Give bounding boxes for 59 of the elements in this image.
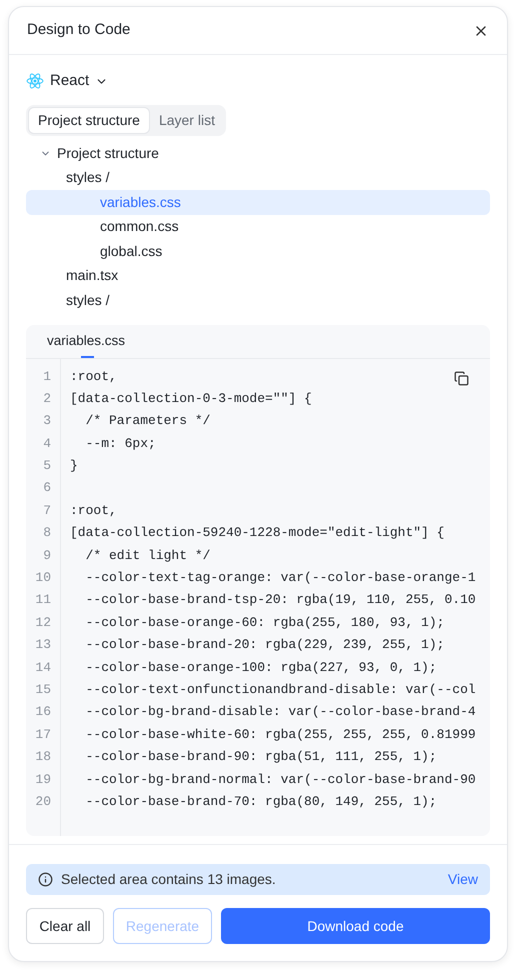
window-title: Design to Code <box>27 20 130 40</box>
code-line: :root, <box>70 502 117 518</box>
code-line: --color-base-orange-100: rgba(227, 93, 0, 1); <box>84 660 437 675</box>
line-number: 3 <box>43 412 51 430</box>
code-line: /* edit light */ <box>84 548 210 563</box>
tree-item[interactable]: global.css <box>26 239 490 264</box>
download-button[interactable]: Download code <box>221 908 490 944</box>
line-number: 20 <box>35 792 51 811</box>
code-line: --color-base-brand-90: rgba(51, 111, 255, 1); <box>84 749 437 764</box>
line-number: 14 <box>35 658 51 677</box>
code-line: } <box>70 458 78 474</box>
line-number: 9 <box>43 546 51 565</box>
framework-dropdown[interactable]: React <box>26 70 108 92</box>
action-button[interactable]: Clear all <box>26 908 104 944</box>
file-tab[interactable]: variables.css <box>47 324 126 358</box>
code-line: --color-text-onfunctionandbrand-disable: var(--col <box>84 682 476 697</box>
line-number: 18 <box>35 748 51 766</box>
line-number: 17 <box>35 726 51 744</box>
code-line: /* Parameters */ <box>84 413 210 428</box>
line-number: 5 <box>43 457 51 476</box>
line-number: 8 <box>43 524 51 542</box>
code-line: --color-base-white-60: rgba(255, 255, 255, 0.81999 <box>84 726 476 742</box>
code-line: --color-bg-brand-normal: var(--color-base-brand-90 <box>84 772 476 787</box>
code-line: --m: 6px; <box>84 436 156 451</box>
tree-item[interactable]: Project structure <box>26 141 490 166</box>
line-number: 1 <box>43 368 51 386</box>
info-text: Selected area contains 13 images. <box>61 870 277 889</box>
tree-item[interactable]: styles / <box>26 288 490 312</box>
line-number: 4 <box>43 434 51 453</box>
line-number: 16 <box>35 703 51 722</box>
line-number: 15 <box>35 680 51 699</box>
view-link[interactable]: View <box>448 869 478 890</box>
line-number: 11 <box>35 591 51 610</box>
line-number: 10 <box>35 569 51 588</box>
code-line: [data-collection-0-3-mode=""] { <box>70 390 312 406</box>
line-number: 19 <box>35 770 51 789</box>
tree-item[interactable]: main.tsx <box>26 264 490 288</box>
copy-icon[interactable] <box>454 370 469 386</box>
tab[interactable]: Project structure <box>28 107 150 134</box>
line-number: 2 <box>43 390 51 408</box>
tree-item[interactable]: styles / <box>26 166 490 190</box>
code-line: --color-text-tag-orange: var(--color-base-orange-1 <box>84 570 476 586</box>
line-number: 13 <box>35 636 51 654</box>
code-line: --color-base-orange-60: rgba(255, 180, 93, 1); <box>84 614 444 630</box>
code-line: --color-base-brand-20: rgba(229, 239, 255, 1); <box>84 637 444 652</box>
atom-icon <box>26 72 44 90</box>
line-number: 6 <box>43 479 51 498</box>
code-line: --color-base-brand-tsp-20: rgba(19, 110, 255, 0.10 <box>84 592 476 608</box>
tab[interactable]: Layer list <box>150 107 224 134</box>
code-line: [data-collection-59240-1228-mode="edit-light"] { <box>70 525 444 540</box>
code-line: --color-bg-brand-disable: var(--color-base-brand-4 <box>84 704 476 720</box>
line-number: 12 <box>35 614 51 632</box>
code-line: --color-base-brand-70: rgba(80, 149, 255, 1); <box>84 794 437 809</box>
line-number: 7 <box>43 502 51 520</box>
tab-indicator <box>81 356 94 358</box>
info-icon <box>38 872 53 887</box>
code-line: :root, <box>70 368 117 384</box>
tree-item[interactable]: variables.css <box>26 190 490 214</box>
tree-item[interactable]: common.css <box>26 214 490 239</box>
